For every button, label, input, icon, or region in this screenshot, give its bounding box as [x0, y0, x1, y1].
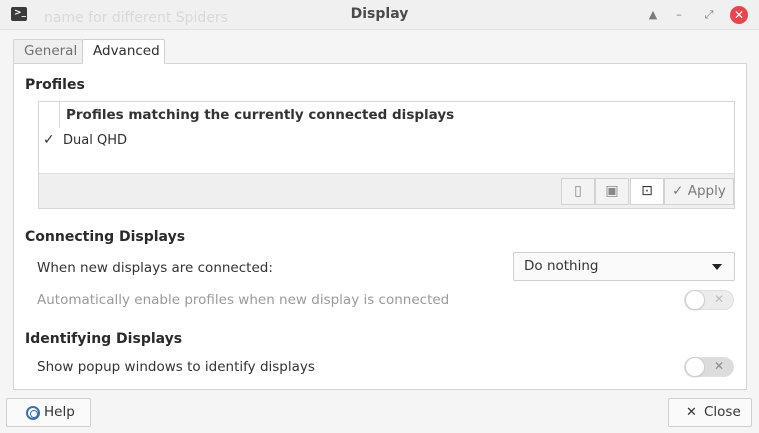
new-profile-button[interactable]: ⊡ — [630, 178, 664, 205]
off-x-icon: ✕ — [713, 292, 724, 306]
checkmark-icon: ✓ — [43, 132, 55, 148]
close-icon: ✕ — [686, 405, 697, 420]
popup-toggle[interactable]: ✕ — [684, 357, 734, 377]
new-displays-select[interactable]: Do nothing — [513, 252, 735, 281]
new-displays-label: When new displays are connected: — [37, 260, 273, 276]
maximize-window-icon[interactable]: ⤢ — [700, 6, 718, 24]
profile-name: Dual QHD — [63, 133, 127, 148]
title-bar: >_ name for different Spiders Display ▲ … — [0, 0, 759, 30]
shade-window-icon[interactable]: ▲ — [644, 6, 662, 24]
help-lifebuoy-icon — [26, 406, 40, 420]
save-icon: ▣ — [605, 183, 619, 199]
tab-advanced[interactable]: Advanced — [82, 39, 165, 64]
clipboard-icon: ▯ — [574, 183, 582, 199]
delete-profile-button[interactable]: ▯ — [561, 178, 595, 205]
checkmark-icon: ✓ — [672, 183, 684, 199]
off-x-icon: ✕ — [713, 359, 724, 373]
profile-item[interactable]: ✓ Dual QHD — [39, 130, 734, 152]
close-button[interactable]: ✕ Close — [668, 398, 752, 427]
save-profile-button[interactable]: ▣ — [595, 178, 629, 205]
connecting-section-title: Connecting Displays — [25, 229, 186, 245]
close-label: Close — [704, 404, 741, 420]
new-displays-value: Do nothing — [524, 258, 599, 274]
help-label: Help — [44, 404, 75, 420]
advanced-panel: Profiles Profiles matching the currently… — [13, 63, 747, 390]
profiles-list: Profiles matching the currently connecte… — [38, 101, 735, 209]
profiles-toolbar: ▯ ▣ ⊡ ✓ Apply — [39, 173, 734, 208]
profiles-section-title: Profiles — [25, 77, 85, 93]
auto-enable-toggle[interactable]: ✕ — [684, 290, 734, 310]
auto-enable-label: Automatically enable profiles when new d… — [37, 292, 450, 308]
toggle-knob — [685, 290, 705, 310]
apply-label: Apply — [687, 183, 726, 199]
new-profile-icon: ⊡ — [641, 183, 653, 199]
chevron-down-icon — [712, 264, 722, 270]
toggle-knob — [685, 357, 705, 377]
tab-general[interactable]: General — [13, 39, 83, 64]
profiles-list-header: Profiles matching the currently connecte… — [59, 102, 454, 128]
help-button[interactable]: Help — [6, 398, 91, 427]
apply-profile-button[interactable]: ✓ Apply — [664, 178, 734, 205]
close-window-icon[interactable]: ✕ — [730, 6, 748, 24]
popup-label: Show popup windows to identify displays — [37, 359, 315, 375]
identifying-section-title: Identifying Displays — [25, 331, 183, 347]
minimize-window-icon[interactable]: – — [670, 6, 688, 24]
